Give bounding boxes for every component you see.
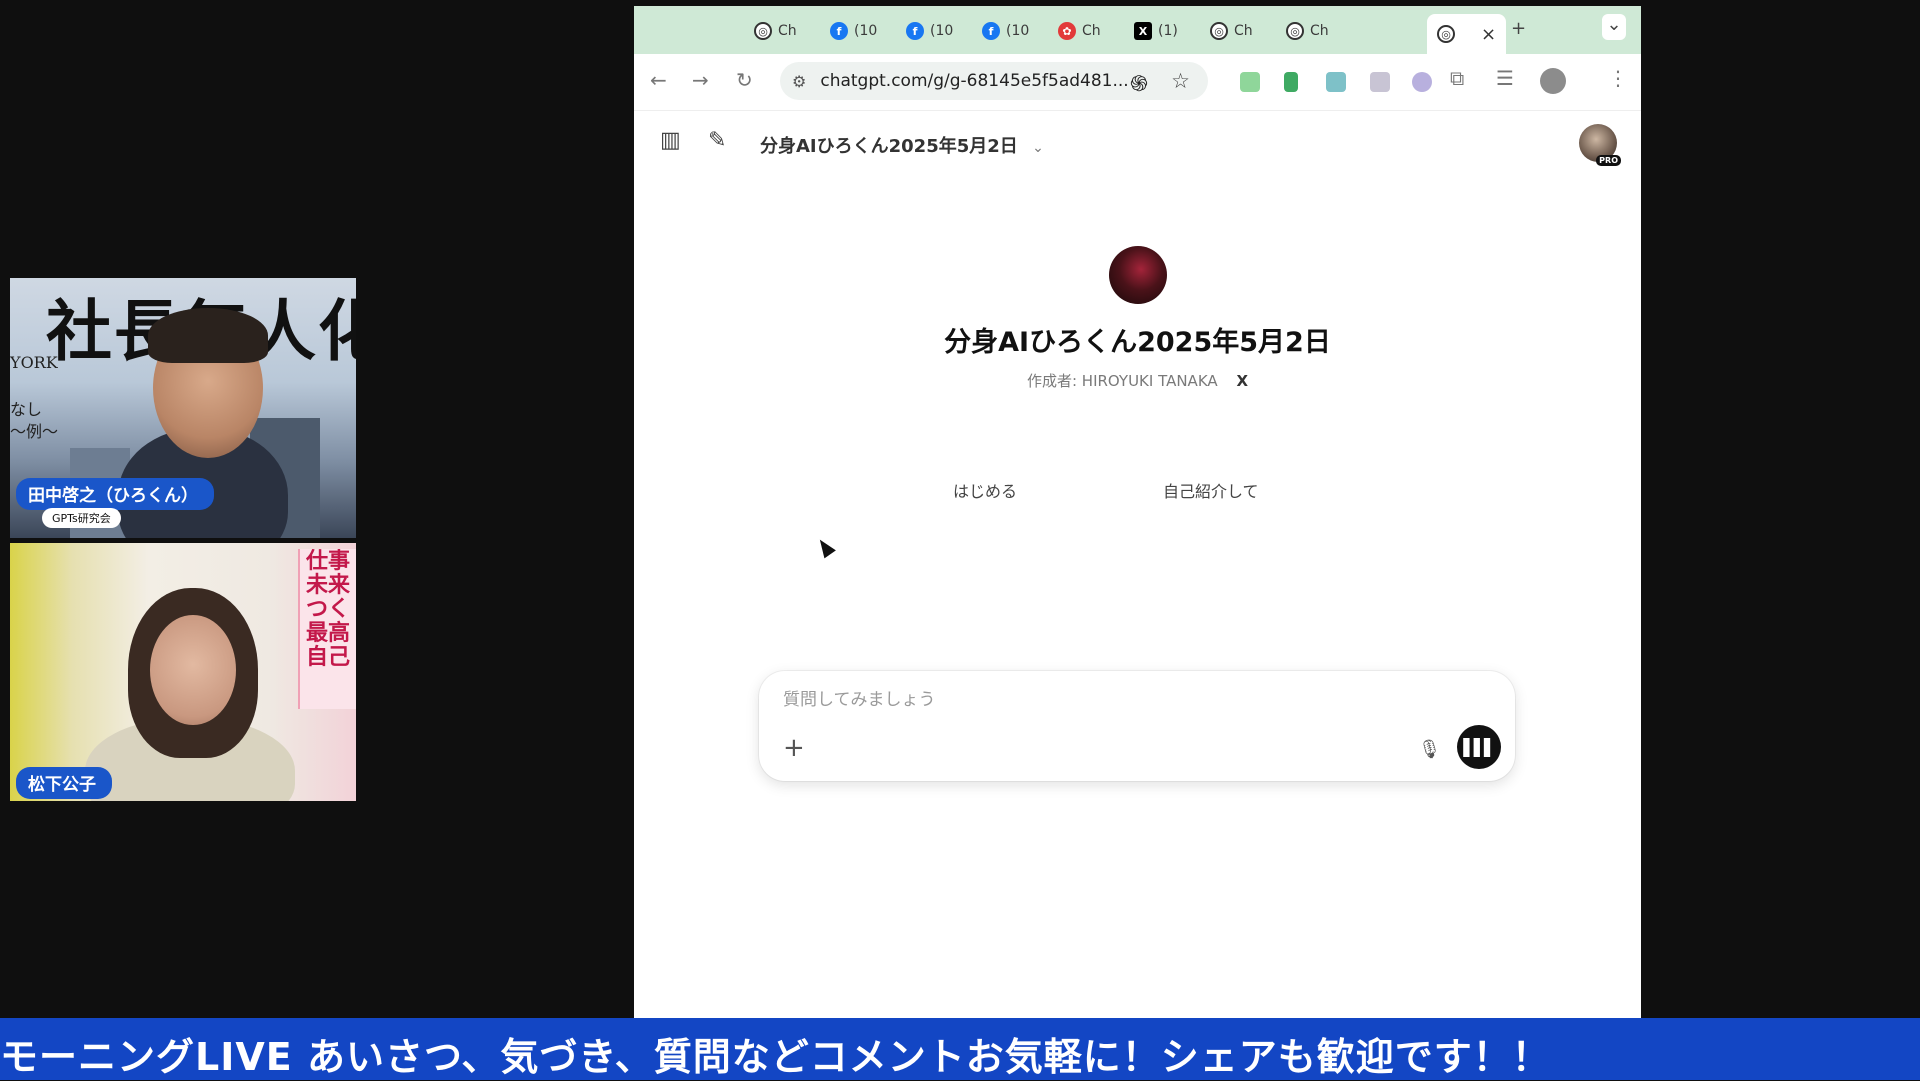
tab-label: Ch xyxy=(1082,23,1101,39)
tab-close-icon[interactable]: × xyxy=(1481,24,1496,45)
chatgpt-favicon-icon: ◎ xyxy=(1437,25,1455,43)
extension-icon[interactable] xyxy=(1284,72,1298,92)
browser-toolbar: ← → ↻ ⚙ chatgpt.com/g/g-68145e5f5ad481..… xyxy=(634,54,1641,111)
browser-tab[interactable]: ✿ Ch xyxy=(1058,16,1101,46)
facebook-favicon-icon: f xyxy=(830,22,848,40)
gpt-header-title: 分身AIひろくん2025年5月2日 xyxy=(760,136,1018,157)
x-favicon-icon: X xyxy=(1134,22,1152,40)
forward-button[interactable]: → xyxy=(692,68,709,92)
message-input[interactable] xyxy=(781,685,1345,715)
new-chat-icon[interactable]: ✎ xyxy=(708,128,726,153)
gpt-avatar xyxy=(1109,246,1167,304)
browser-tab[interactable]: f (10 xyxy=(830,16,877,46)
pro-badge: PRO xyxy=(1596,155,1621,166)
tab-search-button[interactable]: ⌄ xyxy=(1602,14,1626,40)
pinwheel-favicon-icon: ✿ xyxy=(1058,22,1076,40)
browser-tab[interactable]: ◎ Ch xyxy=(754,16,797,46)
backdrop-poster-text: YORK xyxy=(10,353,58,372)
chatgpt-favicon-icon: ◎ xyxy=(1286,22,1304,40)
video-tile-hirokun: 社長無人化 YORK なし 〜例〜 田中啓之（ひろくん） GPTs研究会 xyxy=(10,278,356,538)
reload-button[interactable]: ↻ xyxy=(736,68,753,92)
tab-label: (10 xyxy=(930,23,954,39)
backdrop-poster-text: 〜例〜 xyxy=(10,422,59,441)
extension-icon[interactable] xyxy=(1240,72,1260,92)
browser-tab[interactable]: f (10 xyxy=(906,16,953,46)
address-bar[interactable]: ⚙ chatgpt.com/g/g-68145e5f5ad481... ֍ ☆ xyxy=(780,62,1208,100)
browser-menu-icon[interactable]: ⋮ xyxy=(1608,66,1628,90)
chatgpt-header: ▥ ✎ 分身AIひろくん2025年5月2日 ⌄ PRO xyxy=(634,110,1641,170)
browser-tab[interactable]: f (10 xyxy=(982,16,1029,46)
video-tile-matsushita: 仕事 未来 つく 最高 自己 松下公子 xyxy=(10,543,356,801)
x-profile-link[interactable]: X xyxy=(1236,372,1248,390)
browser-tab-active[interactable]: ◎ × xyxy=(1427,14,1507,54)
participant-name-tag: 松下公子 xyxy=(16,767,112,799)
gpt-name: 分身AIひろくん2025年5月2日 xyxy=(944,327,1331,358)
browser-window: ◎ Ch f (10 f (10 f (10 ✿ Ch X (1) ◎ Ch ◎ xyxy=(634,6,1641,1020)
tab-label: (10 xyxy=(854,23,878,39)
tab-label: (1) xyxy=(1158,23,1178,39)
backdrop-book: 仕事 未来 つく 最高 自己 xyxy=(298,549,356,709)
ticker-text: モーニングLIVE あいさつ、気づき、質問などコメントお気軽に！シェアも歓迎です… xyxy=(0,1035,1551,1079)
new-tab-button[interactable]: + xyxy=(1511,18,1526,39)
extensions-puzzle-icon[interactable]: ⧉ xyxy=(1450,66,1464,90)
chatgpt-favicon-icon: ◎ xyxy=(1210,22,1228,40)
conversation-starter[interactable]: 自己紹介して xyxy=(1149,468,1273,512)
participant-hair xyxy=(148,308,268,363)
profile-avatar-icon[interactable] xyxy=(1540,68,1566,94)
gpt-model-selector[interactable]: 分身AIひろくん2025年5月2日 ⌄ xyxy=(760,132,1044,158)
voice-waveform-icon: ▌▌▌ xyxy=(1463,737,1497,757)
chatgpt-favicon-icon: ◎ xyxy=(754,22,772,40)
message-composer: + 🎙 ▌▌▌ xyxy=(759,671,1515,781)
tab-label: Ch xyxy=(1310,23,1329,39)
tab-label: Ch xyxy=(1234,23,1253,39)
extension-icon[interactable] xyxy=(1326,72,1346,92)
chatgpt-extension-icon[interactable]: ֍ xyxy=(1130,69,1148,98)
site-settings-icon[interactable]: ⚙ xyxy=(792,72,806,91)
participant-org-tag: GPTs研究会 xyxy=(42,508,121,528)
chevron-down-icon: ⌄ xyxy=(1032,140,1044,156)
participant-face xyxy=(150,615,236,725)
tab-label: Ch xyxy=(778,23,797,39)
browser-tab[interactable]: ◎ Ch xyxy=(1210,16,1253,46)
backdrop-poster-text: なし xyxy=(10,400,43,419)
gpt-author-line: 作成者: HIROYUKI TANAKA X xyxy=(634,370,1641,391)
url-text[interactable]: chatgpt.com/g/g-68145e5f5ad481... xyxy=(820,71,1128,91)
bookmark-star-icon[interactable]: ☆ xyxy=(1171,69,1190,93)
voice-mode-button[interactable]: ▌▌▌ xyxy=(1457,725,1501,769)
dictate-mic-button[interactable]: 🎙 xyxy=(1418,739,1441,760)
reading-list-icon[interactable]: ☰ xyxy=(1496,66,1514,90)
gpt-author: 作成者: HIROYUKI TANAKA xyxy=(1026,372,1218,390)
participant-name-tag: 田中啓之（ひろくん） xyxy=(16,478,214,510)
browser-tab[interactable]: X (1) xyxy=(1134,16,1178,46)
facebook-favicon-icon: f xyxy=(982,22,1000,40)
back-button[interactable]: ← xyxy=(650,68,667,92)
sidebar-toggle-icon[interactable]: ▥ xyxy=(660,128,681,153)
facebook-favicon-icon: f xyxy=(906,22,924,40)
tab-bar: ◎ Ch f (10 f (10 f (10 ✿ Ch X (1) ◎ Ch ◎ xyxy=(634,6,1641,54)
user-avatar[interactable]: PRO xyxy=(1579,124,1621,166)
tab-label: (10 xyxy=(1006,23,1030,39)
attach-plus-button[interactable]: + xyxy=(783,733,805,763)
conversation-starter[interactable]: はじめる xyxy=(939,468,1031,512)
extension-icon[interactable] xyxy=(1370,72,1390,92)
live-ticker-banner: モーニングLIVE あいさつ、気づき、質問などコメントお気軽に！シェアも歓迎です… xyxy=(0,1018,1920,1080)
extension-icon[interactable] xyxy=(1412,72,1432,92)
browser-tab[interactable]: ◎ Ch xyxy=(1286,16,1329,46)
